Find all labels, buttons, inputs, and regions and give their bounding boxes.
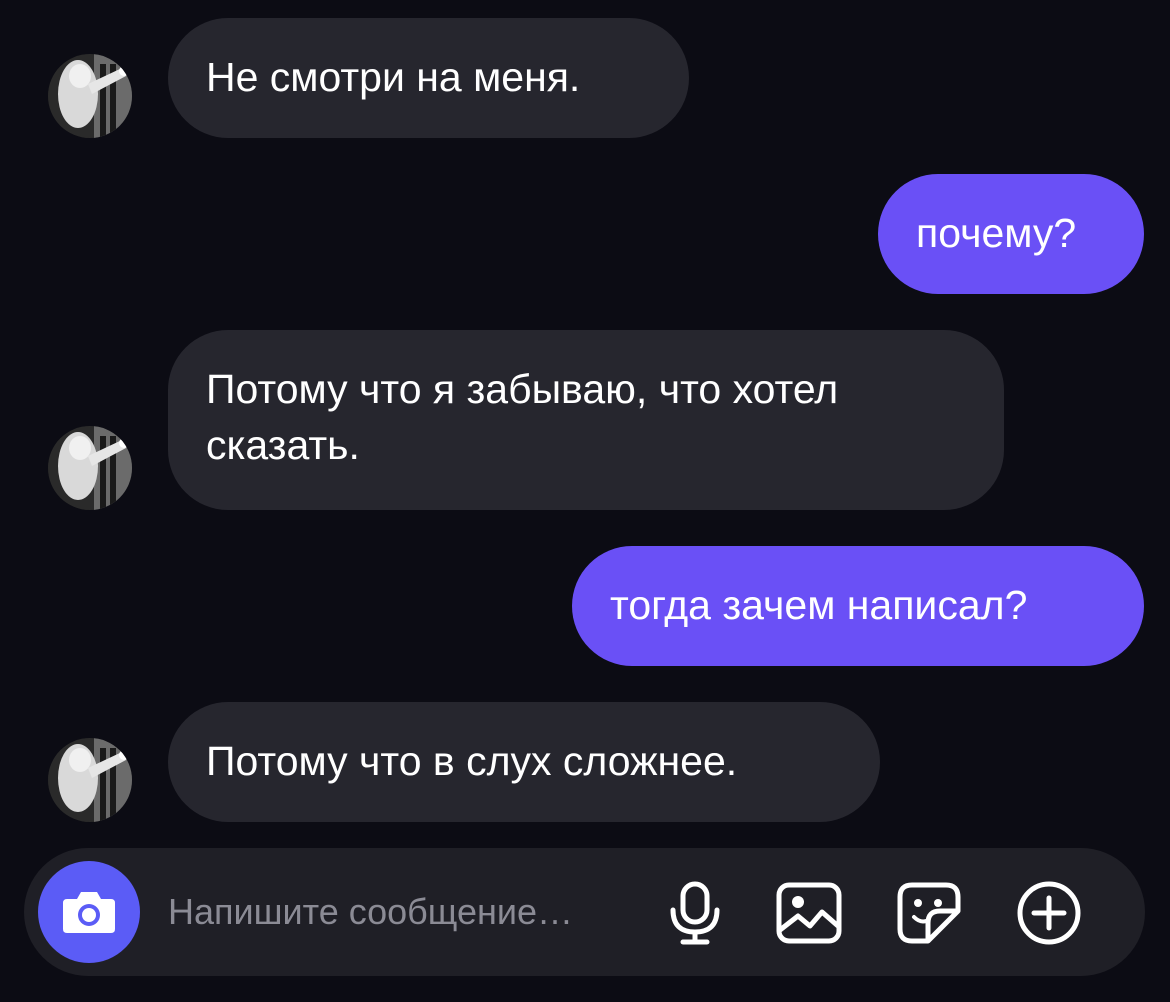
gallery-button[interactable] — [774, 878, 844, 948]
plus-circle-icon — [1017, 881, 1081, 945]
chat-screen: Не смотри на меня. почему? Потому что я … — [0, 0, 1170, 1002]
message-bubble-outgoing[interactable]: почему? — [878, 174, 1144, 294]
message-bubble-incoming[interactable]: Потому что в слух сложнее. — [168, 702, 880, 822]
image-icon — [776, 882, 842, 944]
avatar-photo-icon — [48, 54, 132, 138]
sticker-icon — [897, 882, 961, 944]
message-bubble-outgoing[interactable]: тогда зачем написал? — [572, 546, 1144, 666]
sender-avatar[interactable] — [48, 426, 132, 510]
sender-avatar[interactable] — [48, 54, 132, 138]
attach-button[interactable] — [1014, 878, 1084, 948]
camera-icon — [63, 892, 115, 933]
sticker-button[interactable] — [894, 878, 964, 948]
avatar-photo-icon — [48, 738, 132, 822]
sender-avatar[interactable] — [48, 738, 132, 822]
microphone-icon — [670, 881, 720, 945]
message-composer — [24, 848, 1145, 976]
camera-button[interactable] — [38, 861, 140, 963]
avatar-photo-icon — [48, 426, 132, 510]
voice-message-button[interactable] — [660, 878, 730, 948]
message-bubble-incoming[interactable]: Не смотри на меня. — [168, 18, 689, 138]
message-input[interactable] — [168, 884, 648, 940]
message-bubble-incoming[interactable]: Потому что я забываю, что хотел сказать. — [168, 330, 1004, 510]
